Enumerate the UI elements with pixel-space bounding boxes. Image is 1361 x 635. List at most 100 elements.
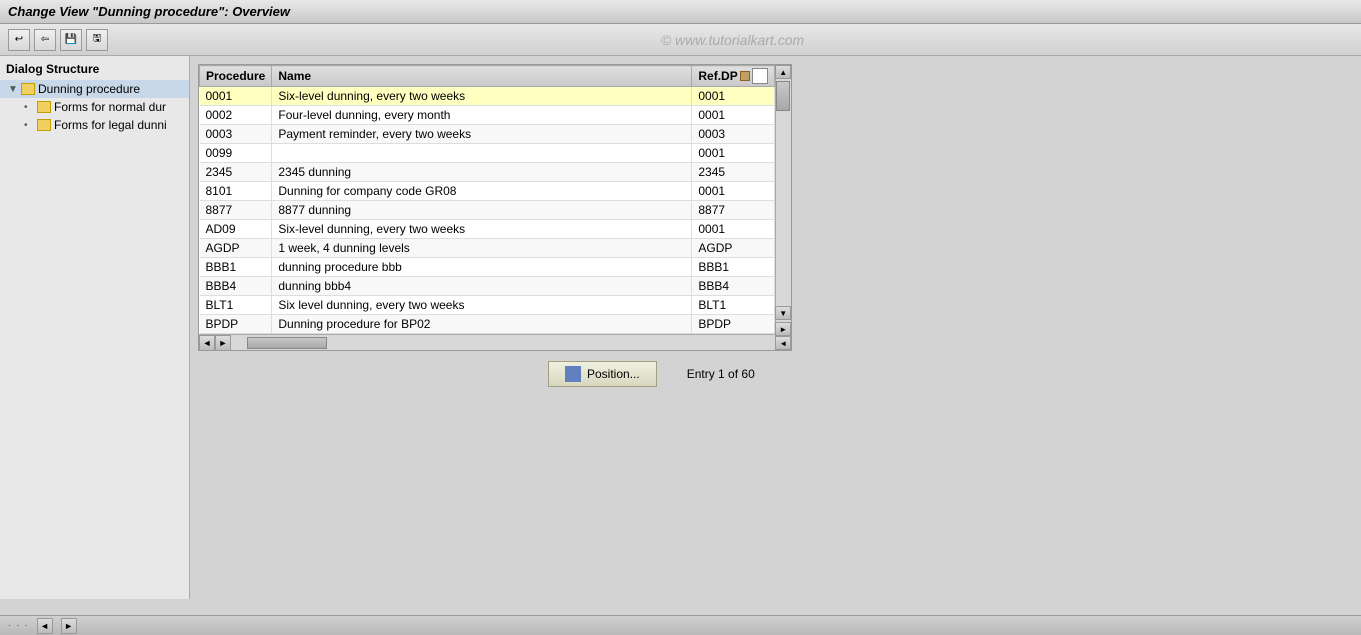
cell-refdp: 8877 <box>692 201 774 220</box>
bottom-bar: Position... Entry 1 of 60 <box>198 351 1353 387</box>
cell-name <box>272 144 692 163</box>
status-nav-left[interactable]: ◄ <box>37 618 53 634</box>
col-header-procedure: Procedure <box>200 66 272 87</box>
title-bar: Change View "Dunning procedure": Overvie… <box>0 0 1361 24</box>
h-scroll-left-btn[interactable]: ◄ <box>199 335 215 351</box>
sidebar-label-forms-legal: Forms for legal dunni <box>54 118 167 132</box>
table-with-scroll: Procedure Name Ref.DP <box>199 65 791 350</box>
folder-icon-legal <box>37 119 51 131</box>
col-header-name: Name <box>272 66 692 87</box>
cell-name: 2345 dunning <box>272 163 692 182</box>
sidebar-sub-items: • Forms for normal dur • Forms for legal… <box>0 98 189 134</box>
cell-refdp: BLT1 <box>692 296 774 315</box>
column-checkbox[interactable] <box>752 68 768 84</box>
cell-procedure: 0003 <box>200 125 272 144</box>
status-dots: · · · <box>8 620 29 631</box>
content-area: Procedure Name Ref.DP <box>190 56 1361 599</box>
sidebar-label-dunning: Dunning procedure <box>38 82 140 96</box>
v-scrollbar[interactable]: ▲ ▼ ► ◄ <box>775 65 791 350</box>
col-header-refdp: Ref.DP <box>692 66 774 87</box>
save-local-button[interactable]: 🖫 <box>86 29 108 51</box>
tree-dot-icon: • <box>24 102 34 113</box>
save-button[interactable]: 💾 <box>60 29 82 51</box>
watermark: © www.tutorialkart.com <box>112 32 1353 48</box>
cell-refdp: 0001 <box>692 106 774 125</box>
tree-expand-icon: ▼ <box>8 84 18 95</box>
sidebar-item-dunning-procedure[interactable]: ▼ Dunning procedure <box>0 80 189 98</box>
cell-procedure: BLT1 <box>200 296 272 315</box>
v-scroll-up-btn[interactable]: ▲ <box>775 65 791 79</box>
v-scroll-thumb[interactable] <box>776 81 790 111</box>
position-button[interactable]: Position... <box>548 361 657 387</box>
cell-name: Six-level dunning, every two weeks <box>272 220 692 239</box>
v-scroll-nav-left[interactable]: ◄ <box>775 336 791 350</box>
cell-name: Dunning procedure for BP02 <box>272 315 692 334</box>
cell-procedure: BBB4 <box>200 277 272 296</box>
cell-refdp: BBB1 <box>692 258 774 277</box>
h-scrollbar[interactable] <box>231 335 775 351</box>
cell-refdp: 0003 <box>692 125 774 144</box>
table-row[interactable]: 0099 0001 <box>200 144 775 163</box>
sidebar-item-forms-legal[interactable]: • Forms for legal dunni <box>16 116 189 134</box>
cell-refdp: 0001 <box>692 87 774 106</box>
cell-procedure: 0001 <box>200 87 272 106</box>
cell-refdp: 0001 <box>692 220 774 239</box>
cell-procedure: 0099 <box>200 144 272 163</box>
sidebar-item-forms-normal[interactable]: • Forms for normal dur <box>16 98 189 116</box>
v-scroll-nav-right[interactable]: ► <box>775 322 791 336</box>
table-row[interactable]: 8101Dunning for company code GR080001 <box>200 182 775 201</box>
table-row[interactable]: 0002Four-level dunning, every month0001 <box>200 106 775 125</box>
status-nav-right[interactable]: ► <box>61 618 77 634</box>
entry-count: Entry 1 of 60 <box>687 367 755 381</box>
v-scroll-down-btn[interactable]: ▼ <box>775 306 791 320</box>
data-table-wrapper: Procedure Name Ref.DP <box>198 64 792 351</box>
status-bar: · · · ◄ ► <box>0 615 1361 635</box>
folder-icon-normal <box>37 101 51 113</box>
table-row[interactable]: BBB1dunning procedure bbbBBB1 <box>200 258 775 277</box>
toolbar: ↩ ⇦ 💾 🖫 © www.tutorialkart.com <box>0 24 1361 56</box>
cell-refdp: 0001 <box>692 144 774 163</box>
back-button[interactable]: ⇦ <box>34 29 56 51</box>
cell-name: dunning bbb4 <box>272 277 692 296</box>
cell-name: Six level dunning, every two weeks <box>272 296 692 315</box>
table-container: Procedure Name Ref.DP <box>199 65 775 350</box>
undo-button[interactable]: ↩ <box>8 29 30 51</box>
page-title: Change View "Dunning procedure": Overvie… <box>8 4 290 19</box>
cell-refdp: BBB4 <box>692 277 774 296</box>
cell-procedure: BPDP <box>200 315 272 334</box>
position-icon <box>565 366 581 382</box>
tree-dot-icon-2: • <box>24 120 34 131</box>
cell-refdp: BPDP <box>692 315 774 334</box>
cell-name: 8877 dunning <box>272 201 692 220</box>
table-row[interactable]: AGDP1 week, 4 dunning levelsAGDP <box>200 239 775 258</box>
sidebar: Dialog Structure ▼ Dunning procedure • F… <box>0 56 190 599</box>
data-table: Procedure Name Ref.DP <box>199 65 775 334</box>
table-row[interactable]: BPDPDunning procedure for BP02BPDP <box>200 315 775 334</box>
position-btn-label: Position... <box>587 367 640 381</box>
h-scrollbar-row: ◄ ► <box>199 334 775 350</box>
cell-procedure: 8101 <box>200 182 272 201</box>
folder-icon <box>21 83 35 95</box>
table-row[interactable]: BLT1Six level dunning, every two weeksBL… <box>200 296 775 315</box>
table-row[interactable]: 0001Six-level dunning, every two weeks00… <box>200 87 775 106</box>
table-row[interactable]: 23452345 dunning2345 <box>200 163 775 182</box>
table-row[interactable]: AD09Six-level dunning, every two weeks00… <box>200 220 775 239</box>
sort-icon[interactable] <box>740 71 750 81</box>
main-layout: Dialog Structure ▼ Dunning procedure • F… <box>0 56 1361 599</box>
cell-procedure: 8877 <box>200 201 272 220</box>
h-scroll-thumb[interactable] <box>247 337 327 349</box>
sidebar-title: Dialog Structure <box>0 60 189 80</box>
cell-procedure: 0002 <box>200 106 272 125</box>
table-row[interactable]: 0003Payment reminder, every two weeks000… <box>200 125 775 144</box>
sidebar-label-forms-normal: Forms for normal dur <box>54 100 166 114</box>
cell-refdp: AGDP <box>692 239 774 258</box>
cell-procedure: AGDP <box>200 239 272 258</box>
cell-procedure: 2345 <box>200 163 272 182</box>
table-row[interactable]: BBB4dunning bbb4BBB4 <box>200 277 775 296</box>
cell-procedure: AD09 <box>200 220 272 239</box>
cell-refdp: 0001 <box>692 182 774 201</box>
table-row[interactable]: 88778877 dunning8877 <box>200 201 775 220</box>
cell-name: Four-level dunning, every month <box>272 106 692 125</box>
cell-name: Six-level dunning, every two weeks <box>272 87 692 106</box>
h-scroll-right-btn[interactable]: ► <box>215 335 231 351</box>
